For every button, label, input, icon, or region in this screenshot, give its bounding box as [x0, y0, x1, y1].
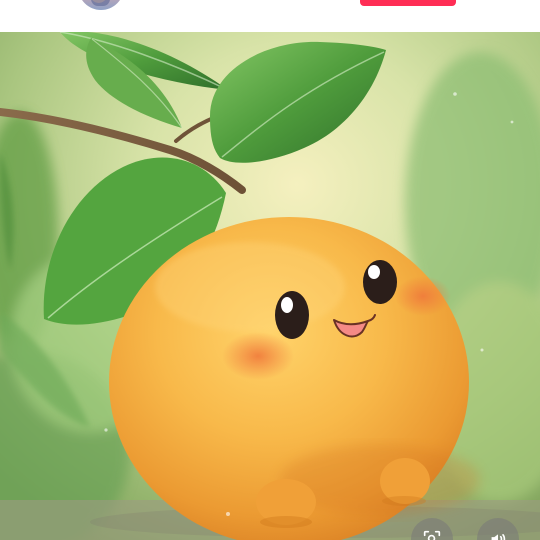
video-player[interactable] — [0, 32, 540, 540]
follow-button[interactable] — [360, 0, 456, 6]
top-bar — [0, 0, 540, 32]
app-window — [0, 0, 540, 540]
video-frame — [0, 32, 540, 540]
avatar[interactable] — [78, 0, 124, 10]
scan-image-icon — [423, 530, 441, 540]
volume-icon — [491, 534, 506, 540]
